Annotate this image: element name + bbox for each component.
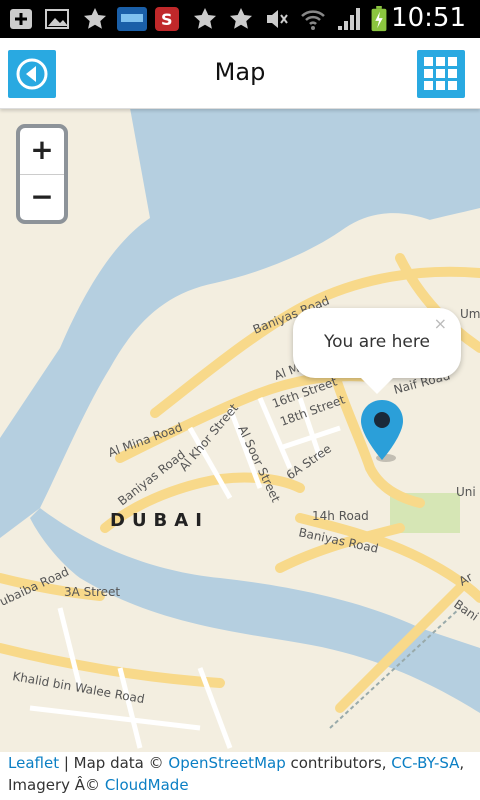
osm-link[interactable]: OpenStreetMap <box>168 754 285 772</box>
popup-tip <box>359 376 395 394</box>
street-label: Uni <box>456 485 476 499</box>
attribution-text: , <box>459 754 465 772</box>
street-label: 14h Road <box>312 509 369 523</box>
grid-menu-button[interactable] <box>417 50 465 98</box>
map-view[interactable]: Baniyas Road Al Mina Road Baniyas Road A… <box>0 108 480 752</box>
street-label: 3A Street <box>64 585 120 599</box>
gallery-icon <box>45 9 69 29</box>
cloudmade-link[interactable]: CloudMade <box>105 776 189 794</box>
location-popup: × You are here <box>293 308 461 394</box>
attribution-text: Imagery Â© <box>8 776 105 794</box>
attribution-text: contributors, <box>285 754 392 772</box>
location-pin-icon[interactable] <box>358 398 406 464</box>
battery-charging-icon <box>371 6 387 32</box>
star-icon <box>230 8 252 29</box>
wifi-icon <box>301 10 325 30</box>
star-icon <box>84 8 106 29</box>
map-attribution: Leaflet | Map data © OpenStreetMap contr… <box>0 752 480 800</box>
page-title: Map <box>214 58 266 86</box>
street-label: Um <box>460 307 480 321</box>
city-label: DUBAI <box>110 510 209 531</box>
popup-text: You are here <box>324 332 430 352</box>
grid-menu-icon <box>424 57 457 90</box>
map-tiles: Baniyas Road Al Mina Road Baniyas Road A… <box>0 108 480 752</box>
app-header: Map <box>0 38 480 109</box>
signal-icon <box>338 8 360 30</box>
street-label: Bani <box>451 597 480 624</box>
popup-close-button[interactable]: × <box>434 314 447 333</box>
license-link[interactable]: CC-BY-SA <box>391 754 459 772</box>
zoom-in-button[interactable]: + <box>20 128 64 175</box>
zoom-control: + − <box>16 124 68 224</box>
attribution-text: | Map data © <box>59 754 169 772</box>
star-icon <box>194 8 216 29</box>
zoom-out-button[interactable]: − <box>20 175 64 221</box>
add-icon <box>10 9 32 29</box>
mute-icon <box>267 10 288 28</box>
weather-widget-icon <box>117 7 147 31</box>
svg-text:S: S <box>161 10 173 29</box>
app-s-icon: S <box>155 7 179 31</box>
leaflet-link[interactable]: Leaflet <box>8 754 59 772</box>
status-bar: S 10:51 <box>0 0 480 38</box>
clock: 10:51 <box>391 3 466 33</box>
